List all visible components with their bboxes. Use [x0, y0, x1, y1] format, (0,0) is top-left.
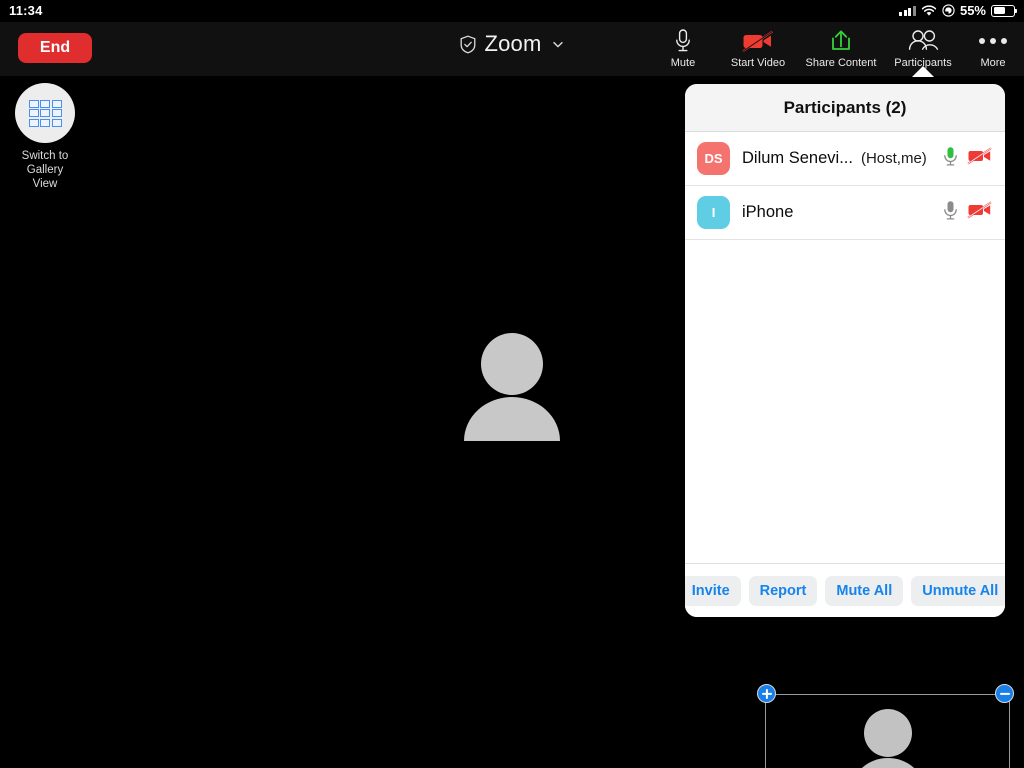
- start-video-button-label: Start Video: [730, 57, 786, 69]
- avatar: DS: [697, 142, 730, 175]
- participant-row-host[interactable]: DS Dilum Senevi... (Host,me): [685, 132, 1005, 186]
- unmute-all-button[interactable]: Unmute All: [911, 575, 1005, 606]
- microphone-icon: [673, 26, 693, 55]
- status-bar: 11:34 55%: [0, 0, 1024, 22]
- switch-to-gallery-view-label: Switch to Gallery View: [21, 150, 69, 190]
- end-meeting-label: End: [39, 39, 71, 56]
- meeting-title-button[interactable]: Zoom: [459, 31, 564, 57]
- chevron-down-icon: [553, 41, 563, 47]
- mute-all-button[interactable]: Mute All: [825, 575, 904, 606]
- participants-panel: Participants (2) DS Dilum Senevi... (Hos…: [685, 84, 1005, 617]
- rotation-lock-icon: [942, 4, 955, 17]
- person-placeholder-icon: [861, 709, 914, 768]
- microphone-muted-icon[interactable]: [943, 200, 958, 226]
- participant-role: (Host,me): [860, 150, 927, 167]
- more-button[interactable]: More: [962, 22, 1024, 76]
- cellular-signal-icon: [899, 5, 916, 16]
- mute-button[interactable]: Mute: [648, 22, 718, 76]
- share-content-button-label: Share Content: [805, 57, 877, 69]
- more-button-label: More: [980, 57, 1006, 69]
- participants-panel-title: Participants (2): [783, 97, 907, 117]
- participants-button[interactable]: Participants: [884, 22, 962, 77]
- start-video-button[interactable]: Start Video: [718, 22, 798, 76]
- thumbnail-resize-handle-right[interactable]: [995, 684, 1014, 703]
- self-view-thumbnail[interactable]: Dilum Senevirathne: [765, 694, 1010, 768]
- mute-button-label: Mute: [670, 57, 696, 69]
- participant-row-iphone[interactable]: I iPhone: [685, 186, 1005, 240]
- wifi-icon: [921, 4, 937, 16]
- switch-to-gallery-view-button[interactable]: Switch to Gallery View: [14, 83, 76, 191]
- participants-icon: [906, 26, 940, 55]
- battery-icon: [991, 4, 1018, 17]
- participants-panel-footer: Invite Report Mute All Unmute All: [685, 563, 1005, 617]
- participant-name: Dilum Senevi...: [742, 149, 853, 167]
- participant-name: iPhone: [742, 203, 794, 221]
- microphone-on-icon[interactable]: [943, 146, 958, 172]
- meeting-controls-toolbar: Mute Start Video Share Content Participa…: [648, 22, 1024, 77]
- more-dots-icon: [979, 26, 1007, 55]
- invite-button[interactable]: Invite: [685, 575, 741, 606]
- active-tab-pointer: [912, 66, 934, 77]
- report-button[interactable]: Report: [748, 575, 818, 606]
- status-bar-indicators: 55%: [899, 3, 1018, 18]
- video-off-icon[interactable]: [967, 200, 993, 225]
- participant-status-icons: [943, 146, 993, 172]
- video-off-icon: [741, 26, 775, 55]
- share-content-button[interactable]: Share Content: [798, 22, 884, 76]
- meeting-top-bar: End Zoom Mute Start Video Share Content …: [0, 22, 1024, 77]
- grid-view-icon: [28, 99, 62, 127]
- zoom-meeting-screen: 11:34 55% End Zoom Mute Start Video Shar…: [0, 0, 1024, 768]
- shield-icon: [460, 35, 476, 53]
- participants-list: DS Dilum Senevi... (Host,me) I iPhone: [685, 132, 1005, 563]
- thumbnail-resize-handle-left[interactable]: [757, 684, 776, 703]
- share-upload-icon: [829, 26, 853, 55]
- video-off-icon[interactable]: [967, 146, 993, 171]
- status-bar-clock: 11:34: [9, 3, 43, 18]
- gallery-view-circle: [15, 83, 75, 143]
- battery-percent-label: 55%: [959, 3, 986, 18]
- avatar: I: [697, 196, 730, 229]
- person-placeholder-icon: [464, 333, 560, 441]
- meeting-title-label: Zoom: [484, 31, 542, 56]
- end-meeting-button[interactable]: End: [18, 33, 92, 63]
- participants-panel-header: Participants (2): [685, 84, 1005, 132]
- participant-status-icons: [943, 200, 993, 226]
